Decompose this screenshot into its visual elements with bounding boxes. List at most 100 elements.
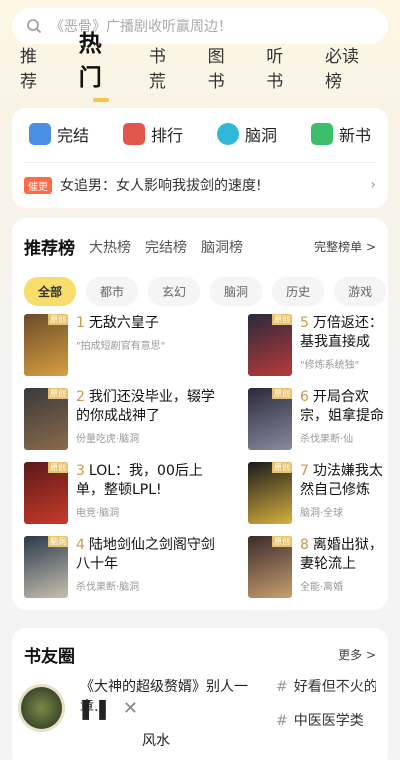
book-title-line: 3 LOL：我，00后上单，整顿LPL! [76,462,216,500]
category-tabs: 推荐 热门 书荒 图书 听书 必读榜 [0,31,400,102]
book-title-line: 6 开局合欢宗，姐拿提命 [300,388,388,426]
tab-audiobook[interactable]: 听书 [266,42,299,98]
book-cover[interactable]: 原创 [248,462,292,524]
tab-must-read[interactable]: 必读榜 [325,42,374,98]
tab-books[interactable]: 图书 [208,42,241,98]
genre-chips: 全部 都市 玄幻 脑洞 历史 游戏 修仙 [12,259,388,306]
book-cover[interactable]: 原创 [248,388,292,450]
book-title-line: 4 陆地剑仙之剑阁守剑八十年 [76,536,216,574]
pause-icon[interactable]: ❚❚ [77,696,111,720]
chip-game[interactable]: 游戏 [334,277,387,306]
book-title-line: 2 我们还没毕业，辍学的你成战神了 [76,388,216,426]
quick-new-label: 新书 [338,126,371,145]
rank-number: 5 [300,315,309,331]
book-cover[interactable]: 原创 [24,314,68,376]
rank-number: 4 [76,537,85,553]
notice-tag: 催更 [24,176,52,194]
book-cover[interactable]: 原创 [248,314,292,376]
book-tags: 杀伐果断·仙 [300,434,354,445]
album-cover[interactable] [18,684,66,732]
quick-new[interactable]: 新书 [310,122,371,146]
book-item[interactable]: 原创 8 离婚出狱，妻轮流上全能·离婚 [236,536,388,608]
book-tags: "修炼系统独" [300,360,360,371]
book-cover[interactable]: 脑洞 [24,536,68,598]
hash-icon: # [276,679,288,695]
book-title: LOL：我，00后上单，整顿LPL! [76,463,203,498]
book-tags: "拍成短剧官有意思" [76,341,166,352]
book-cover[interactable]: 原创 [248,536,292,598]
book-title-line: 8 离婚出狱，妻轮流上 [300,536,388,574]
book-tags: 份量吃虎·脑洞 [76,434,140,445]
topic-label: 好看但不火的 [293,679,376,695]
book-tags: 全能·离婚 [300,582,344,593]
floating-audio-player[interactable]: ❚❚ ✕ [18,680,138,736]
search-bar[interactable]: 《恶骨》广播剧收听赢周边！ [12,8,388,44]
chip-fantasy[interactable]: 玄幻 [148,277,201,306]
book-cover[interactable]: 原创 [24,462,68,524]
cover-badge: 原创 [272,314,292,325]
ranking-tab-brain[interactable]: 脑洞榜 [201,237,243,257]
notice-text: 女追男：女人影响我拔剑的速度! [60,178,262,194]
book-title: 陆地剑仙之剑阁守剑八十年 [76,537,215,572]
rank-number: 3 [76,463,85,479]
cover-badge: 原创 [48,462,68,473]
rank-number: 6 [300,389,309,405]
book-title: 万倍返还：基我直接成 [300,315,383,350]
ranking-card: 推荐榜 大热榜 完结榜 脑洞榜 完整榜单 > 全部 都市 玄幻 脑洞 历史 游戏… [12,218,388,610]
ranking-tab-complete[interactable]: 完结榜 [145,237,187,257]
book-item[interactable]: 原创 7 功法嫌我太然自己修炼脑洞·全球 [236,462,388,534]
book-item[interactable]: 原创 5 万倍返还：基我直接成 "修炼系统独" [236,314,388,386]
book-complete-icon [28,123,51,145]
cover-badge: 脑洞 [48,536,68,547]
cover-badge: 原创 [272,536,292,547]
book-cover[interactable]: 原创 [24,388,68,450]
book-tags: 脑洞·全球 [300,508,344,519]
quick-brain-label: 脑洞 [244,126,277,145]
book-title: 离婚出狱，妻轮流上 [300,537,383,572]
chip-history[interactable]: 历史 [272,277,325,306]
quick-ranking-label: 排行 [150,126,183,145]
book-item[interactable]: 原创 3 LOL：我，00后上单，整顿LPL! 电竞·脑洞 [12,462,236,534]
chip-all[interactable]: 全部 [24,277,77,306]
friends-more-link[interactable]: 更多 > [338,646,376,663]
book-item[interactable]: 原创 2 我们还没毕业，辍学的你成战神了份量吃虎·脑洞 [12,388,236,460]
book-item[interactable]: 原创 1 无敌六皇子 "拍成短剧官有意思" [12,314,236,386]
topic-tag[interactable]: # 中医医学类 [276,710,376,730]
book-title: 开局合欢宗，姐拿提命 [300,389,384,424]
book-item[interactable]: 原创 6 开局合欢宗，姐拿提命杀伐果断·仙 [236,388,388,460]
search-placeholder: 《恶骨》广播剧收听赢周边！ [50,19,232,35]
close-icon[interactable]: ✕ [123,698,138,719]
friends-circle-title: 书友圈 [24,647,75,667]
tab-recommend[interactable]: 推荐 [20,42,53,98]
cover-badge: 原创 [272,462,292,473]
book-title: 无敌六皇子 [88,315,159,331]
rank-number: 2 [76,389,85,405]
book-title-line: 1 无敌六皇子 [76,314,216,333]
search-icon [27,19,42,34]
tab-book-shortage[interactable]: 书荒 [149,42,182,98]
book-title: 功法嫌我太然自己修炼 [300,463,383,498]
tab-hot[interactable]: 热门 [79,24,123,102]
ranking-tab-hot[interactable]: 大热榜 [89,237,131,257]
chip-brain[interactable]: 脑洞 [210,277,263,306]
quick-complete-label: 完结 [56,126,89,145]
book-title-line: 5 万倍返还：基我直接成 [300,314,388,352]
cover-badge: 原创 [48,388,68,399]
book-title: 我们还没毕业，辍学的你成战神了 [76,389,215,424]
topic-label: 中医医学类 [293,713,364,729]
cover-badge: 原创 [272,388,292,399]
notice-bar[interactable]: 催更 女追男：女人影响我拔剑的速度! › [12,163,388,195]
ranking-icon [122,123,145,145]
quick-complete[interactable]: 完结 [28,122,89,146]
topic-tag[interactable]: # 好看但不火的 [276,676,376,696]
full-ranking-link[interactable]: 完整榜单 > [314,238,376,255]
quick-brain[interactable]: 脑洞 [216,122,277,146]
new-book-icon [310,123,333,145]
ranking-title[interactable]: 推荐榜 [24,234,75,259]
quick-ranking[interactable]: 排行 [122,122,183,146]
book-title-line: 7 功法嫌我太然自己修炼 [300,462,388,500]
book-item[interactable]: 脑洞 4 陆地剑仙之剑阁守剑八十年 杀伐果断·脑洞 [12,536,236,608]
chevron-right-icon: › [370,177,376,193]
chip-urban[interactable]: 都市 [86,277,139,306]
quick-entry-card: 完结 排行 脑洞 新书 催更 女追男：女人影响我拔剑的速度! › [12,108,388,208]
